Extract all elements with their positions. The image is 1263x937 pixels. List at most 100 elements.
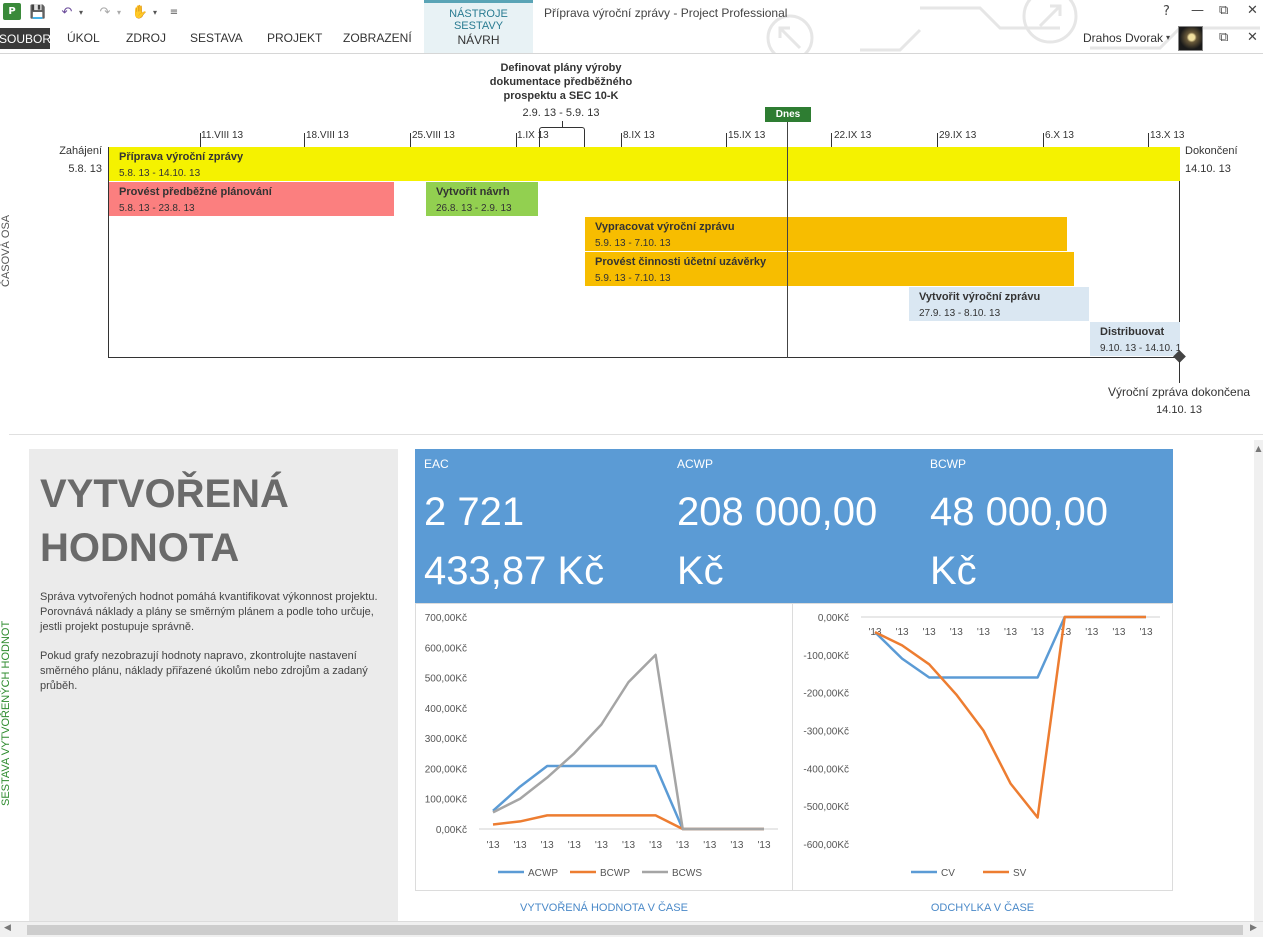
timeline-bar[interactable]: Provést činnosti účetní uzávěrky 5.9. 13… bbox=[585, 252, 1074, 286]
timescale-tick bbox=[410, 133, 411, 147]
timeline-bar[interactable]: Vypracovat výroční zprávu 5.9. 13 - 7.10… bbox=[585, 217, 1067, 251]
x-tick-label: '13 bbox=[486, 840, 499, 851]
variance-chart-box[interactable]: 0,00Kč -100,00Kč -200,00Kč -300,00Kč -400,00… bbox=[792, 603, 1173, 891]
x-tick-label: '13 bbox=[1031, 627, 1044, 638]
bar-task-dates: 5.8. 13 - 14.10. 13 bbox=[119, 168, 201, 179]
x-tick-label: '13 bbox=[568, 840, 581, 851]
help-icon[interactable]: ? bbox=[1163, 4, 1170, 19]
touch-dropdown-icon[interactable]: ▾ bbox=[150, 4, 160, 20]
earned-value-chart-box[interactable]: 0,00Kč 100,00Kč 200,00Kč 300,00Kč 400,00Kč 50… bbox=[415, 603, 793, 891]
timescale-tick bbox=[937, 133, 938, 147]
tab-view[interactable]: ZOBRAZENÍ bbox=[343, 31, 412, 45]
timeline-bar[interactable]: Vytvořit výroční zprávu 27.9. 13 - 8.10.… bbox=[909, 287, 1089, 321]
timeline-bar[interactable]: Vytvořit návrh 26.8. 13 - 2.9. 13 bbox=[426, 182, 538, 216]
x-tick-label: '13 bbox=[730, 840, 743, 851]
tab-resource[interactable]: ZDROJ bbox=[126, 31, 166, 45]
variance-chart-caption: ODCHYLKA V ČASE bbox=[930, 902, 1035, 914]
kpi-value-line: Kč bbox=[930, 549, 977, 593]
kpi-banner[interactable]: EAC 2 721 433,87 Kč ACWP 208 000,00 Kč B… bbox=[415, 449, 1173, 603]
timescale-tick bbox=[621, 133, 622, 147]
report-paragraph: Správa vytvořených hodnot pomáhá kvantif… bbox=[40, 591, 378, 633]
callout-task-dates: 2.9. 13 - 5.9. 13 bbox=[522, 107, 600, 119]
timescale-tick bbox=[726, 133, 727, 147]
timescale-label: 8.IX 13 bbox=[623, 130, 655, 141]
redo-icon[interactable]: ↷ bbox=[96, 4, 114, 20]
restore-icon[interactable]: ⧉ bbox=[1219, 3, 1228, 18]
report-description-box[interactable]: VYTVOŘENÁ HODNOTA Správa vytvořených hod… bbox=[29, 449, 398, 921]
tab-file[interactable]: SOUBOR bbox=[0, 28, 51, 49]
x-tick-label: '13 bbox=[703, 840, 716, 851]
timeline-bar[interactable]: Příprava výroční zprávy 5.8. 13 - 14.10.… bbox=[109, 147, 1180, 181]
window-title: Příprava výroční zprávy - Project Profes… bbox=[544, 6, 788, 20]
horizontal-scrollbar[interactable]: ◀ ▶ bbox=[0, 921, 1263, 937]
project-window: P 💾 ↶ ▾ ↷ ▾ ✋ ▾ ≡ NÁSTROJE SESTAVY NÁVRH… bbox=[0, 0, 1263, 937]
series-line-bcws bbox=[492, 653, 764, 831]
save-icon[interactable]: 💾 bbox=[30, 4, 46, 20]
bar-task-dates: 27.9. 13 - 8.10. 13 bbox=[919, 308, 1001, 319]
touch-mode-icon[interactable]: ✋ bbox=[132, 4, 148, 20]
bar-task-dates: 5.9. 13 - 7.10. 13 bbox=[595, 238, 671, 249]
scrollbar-thumb[interactable] bbox=[27, 925, 1243, 935]
y-tick-label: 300,00Kč bbox=[425, 734, 467, 745]
scroll-left-icon[interactable]: ◀ bbox=[4, 923, 11, 933]
y-tick-label: -100,00Kč bbox=[803, 651, 849, 662]
variance-chart[interactable]: 0,00Kč -100,00Kč -200,00Kč -300,00Kč -400,00… bbox=[793, 604, 1172, 890]
x-tick-label: '13 bbox=[622, 840, 635, 851]
today-badge: Dnes bbox=[765, 107, 811, 122]
timeline-panel[interactable]: Definovat plány výroby dokumentace předb… bbox=[9, 55, 1263, 435]
report-title[interactable]: VYTVOŘENÁ HODNOTA bbox=[40, 467, 390, 575]
customize-qat-icon[interactable]: ≡ bbox=[168, 4, 180, 20]
tab-report[interactable]: SESTAVA bbox=[190, 31, 243, 45]
report-vertical-scrollbar[interactable]: ▲ bbox=[1254, 440, 1263, 921]
y-tick-label: 500,00Kč bbox=[425, 674, 467, 685]
ribbon: P 💾 ↶ ▾ ↷ ▾ ✋ ▾ ≡ NÁSTROJE SESTAVY NÁVRH… bbox=[0, 0, 1263, 54]
scroll-right-icon[interactable]: ▶ bbox=[1250, 923, 1257, 933]
avatar[interactable] bbox=[1178, 26, 1203, 51]
undo-icon[interactable]: ↶ bbox=[58, 4, 76, 20]
bar-task-dates: 5.9. 13 - 7.10. 13 bbox=[595, 273, 671, 284]
legend-label: BCWP bbox=[600, 868, 630, 879]
x-tick-label: '13 bbox=[950, 627, 963, 638]
kpi-value-acwp: 208 000,00 Kč bbox=[677, 483, 917, 601]
series-line-sv bbox=[874, 615, 1146, 819]
tab-task[interactable]: ÚKOL bbox=[67, 31, 100, 45]
user-dropdown-icon[interactable]: ▾ bbox=[1166, 33, 1170, 42]
project-app-icon[interactable]: P bbox=[3, 3, 21, 20]
x-tick-label: '13 bbox=[923, 627, 936, 638]
timeline-bar[interactable]: Distribuovat 9.10. 13 - 14.10. 13 bbox=[1090, 322, 1180, 356]
start-date: 5.8. 13 bbox=[68, 163, 102, 175]
minimize-icon[interactable]: — bbox=[1191, 3, 1204, 18]
callout-task-name[interactable]: Definovat plány výroby dokumentace předb… bbox=[481, 61, 641, 103]
x-tick-label: '13 bbox=[1112, 627, 1125, 638]
tab-project[interactable]: PROJEKT bbox=[267, 31, 322, 45]
kpi-value-line: 433,87 Kč bbox=[424, 549, 605, 593]
milestone-connector bbox=[1179, 361, 1180, 383]
y-tick-label: -200,00Kč bbox=[803, 689, 849, 700]
timescale-label: 15.IX 13 bbox=[728, 130, 766, 141]
timescale-label: 1.IX 13 bbox=[517, 130, 549, 141]
bar-task-name: Vytvořit výroční zprávu bbox=[919, 291, 1041, 303]
kpi-label-bcwp: BCWP bbox=[930, 457, 966, 471]
y-tick-label: 700,00Kč bbox=[425, 613, 467, 624]
scroll-up-icon[interactable]: ▲ bbox=[1254, 440, 1263, 458]
redo-dropdown-icon[interactable]: ▾ bbox=[114, 4, 124, 20]
timeline-bar[interactable]: Provést předběžné plánování 5.8. 13 - 23… bbox=[109, 182, 394, 216]
user-name[interactable]: Drahos Dvorak bbox=[1083, 31, 1163, 45]
restore-document-icon[interactable]: ⧉ bbox=[1219, 30, 1228, 45]
context-tab-group-label: NÁSTROJE SESTAVY bbox=[449, 8, 508, 32]
start-label: Zahájení bbox=[59, 145, 102, 157]
undo-dropdown-icon[interactable]: ▾ bbox=[76, 4, 86, 20]
kpi-value-line: 208 000,00 bbox=[677, 490, 878, 534]
timescale-label: 29.IX 13 bbox=[939, 130, 977, 141]
y-tick-label: 100,00Kč bbox=[425, 795, 467, 806]
earned-value-chart[interactable]: 0,00Kč 100,00Kč 200,00Kč 300,00Kč 400,00Kč 50… bbox=[416, 604, 792, 890]
bar-task-dates: 26.8. 13 - 2.9. 13 bbox=[436, 203, 512, 214]
timescale-label: 11.VIII 13 bbox=[201, 130, 244, 141]
close-document-icon[interactable]: ✕ bbox=[1247, 30, 1258, 45]
close-icon[interactable]: ✕ bbox=[1247, 3, 1258, 18]
milestone-name[interactable]: Výroční zpráva dokončena bbox=[1099, 385, 1259, 399]
timescale-tick bbox=[304, 133, 305, 147]
timescale-label: 18.VIII 13 bbox=[306, 130, 349, 141]
tab-design[interactable]: NÁVRH bbox=[424, 33, 533, 47]
milestone-date: 14.10. 13 bbox=[1156, 404, 1202, 416]
